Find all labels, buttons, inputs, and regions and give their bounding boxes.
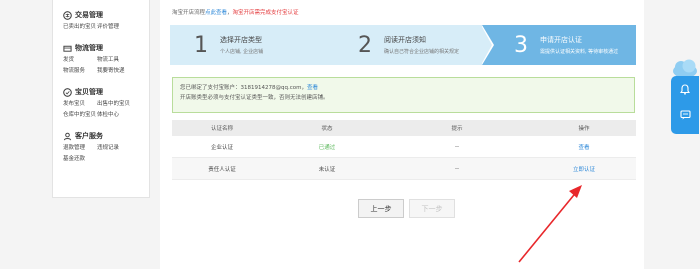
table-row: 企业认证 已通过 -- 查看 bbox=[172, 136, 636, 158]
sidebar-section-trade: 交易管理 已卖出的宝贝 评价管理 bbox=[53, 0, 149, 30]
floating-toolbar bbox=[668, 58, 700, 152]
view-alipay-link[interactable]: 查看 bbox=[307, 85, 318, 91]
sidebar-link-checkup[interactable]: 体检中心 bbox=[97, 110, 147, 118]
step-arrow bbox=[482, 25, 494, 65]
sidebar-link-send-express[interactable]: 我要寄快递 bbox=[97, 66, 147, 74]
step-3-active: 3 申请开店认证 需提供认证相关资料, 等待审核通过 bbox=[482, 25, 636, 65]
sidebar-link-in-warehouse[interactable]: 仓库中的宝贝 bbox=[63, 110, 97, 118]
alipay-requirement-link[interactable]: 淘宝开店需完成支付宝认证 bbox=[233, 10, 299, 16]
sidebar-link-refunds[interactable]: 退款管理 bbox=[63, 143, 97, 151]
service-icon bbox=[63, 132, 72, 140]
sidebar-section-service: 客户服务 退款管理 违规记录 基金还款 bbox=[53, 118, 149, 162]
status-badge: 未认证 bbox=[318, 166, 336, 173]
certification-table: 认证名称 状态 提示 操作 企业认证 已通过 -- 查看 责任人认证 未认证 -… bbox=[172, 120, 636, 180]
sidebar-link-reviews[interactable]: 评价管理 bbox=[97, 22, 147, 30]
sidebar-link-sold-goods[interactable]: 已卖出的宝贝 bbox=[63, 22, 97, 30]
step-1: 1 选择开店类型 个人店铺, 企业店铺 bbox=[170, 25, 330, 65]
step-desc: 需提供认证相关资料, 等待审核通过 bbox=[540, 49, 619, 55]
trade-icon bbox=[63, 10, 72, 20]
step-desc: 个人店铺, 企业店铺 bbox=[220, 49, 264, 55]
sidebar-link-logistics-tools[interactable]: 物流工具 bbox=[97, 55, 147, 63]
sidebar-link-fund-repay[interactable]: 基金还款 bbox=[63, 154, 97, 162]
step-2: 2 阅读开店须知 确认自己符合企业店铺的相关规定 bbox=[326, 25, 486, 65]
step-title: 选择开店类型 bbox=[220, 36, 262, 44]
sidebar-link-violations[interactable]: 违规记录 bbox=[97, 143, 147, 151]
step-progress: 1 选择开店类型 个人店铺, 企业店铺 2 阅读开店须知 确认自己符合企业店铺的相关… bbox=[170, 25, 636, 65]
next-button[interactable]: 下一步 bbox=[409, 199, 455, 218]
view-process-link[interactable]: 点此查看 bbox=[205, 10, 227, 16]
goods-icon bbox=[63, 87, 72, 97]
step-desc: 确认自己符合企业店铺的相关规定 bbox=[384, 49, 460, 55]
sidebar-link-publish[interactable]: 发布宝贝 bbox=[63, 99, 97, 107]
sidebar-section-goods: 宝贝管理 发布宝贝 出售中的宝贝 仓库中的宝贝 体检中心 bbox=[53, 74, 149, 118]
sidebar-section-logistics: 物流管理 发货 物流工具 物流服务 我要寄快递 bbox=[53, 30, 149, 74]
table-row: 责任人认证 未认证 -- 立即认证 bbox=[172, 158, 636, 180]
nav-buttons: 上一步 下一步 bbox=[358, 199, 455, 218]
step-title: 阅读开店须知 bbox=[384, 36, 426, 44]
prev-button[interactable]: 上一步 bbox=[358, 199, 404, 218]
message-icon[interactable] bbox=[671, 102, 699, 128]
view-certification-link[interactable]: 查看 bbox=[532, 143, 636, 151]
sidebar-section-title: 交易管理 bbox=[63, 8, 149, 22]
page: { "sidebar": { "sections": [ {"title": "… bbox=[0, 0, 700, 269]
sidebar: 交易管理 已卖出的宝贝 评价管理 物流管理 发货 物流工具 物流服务 我要寄快递 bbox=[52, 0, 150, 198]
alipay-bind-info: 您已绑定了支付宝账户：3181914278@qq.com，查看 开店账类型必须与… bbox=[172, 77, 635, 113]
sidebar-link-on-sale[interactable]: 出售中的宝贝 bbox=[97, 99, 147, 107]
logistics-icon bbox=[63, 45, 72, 52]
sidebar-link-ship[interactable]: 发货 bbox=[63, 55, 97, 63]
sidebar-link-logistics-service[interactable]: 物流服务 bbox=[63, 66, 97, 74]
floating-bar bbox=[671, 76, 699, 134]
main-content: 淘宝开店流程点此查看，淘宝开店需完成支付宝认证 1 选择开店类型 个人店铺, 企业… bbox=[160, 0, 644, 269]
certify-now-link[interactable]: 立即认证 bbox=[532, 165, 636, 173]
table-header: 认证名称 状态 提示 操作 bbox=[172, 120, 636, 136]
bell-icon[interactable] bbox=[671, 76, 699, 102]
sidebar-section-title: 物流管理 bbox=[63, 41, 149, 55]
status-badge: 已通过 bbox=[318, 144, 336, 151]
process-notice: 淘宝开店流程点此查看，淘宝开店需完成支付宝认证 bbox=[172, 10, 299, 16]
step-title: 申请开店认证 bbox=[540, 36, 582, 44]
sidebar-section-title: 宝贝管理 bbox=[63, 85, 149, 99]
sidebar-section-title: 客户服务 bbox=[63, 129, 149, 143]
